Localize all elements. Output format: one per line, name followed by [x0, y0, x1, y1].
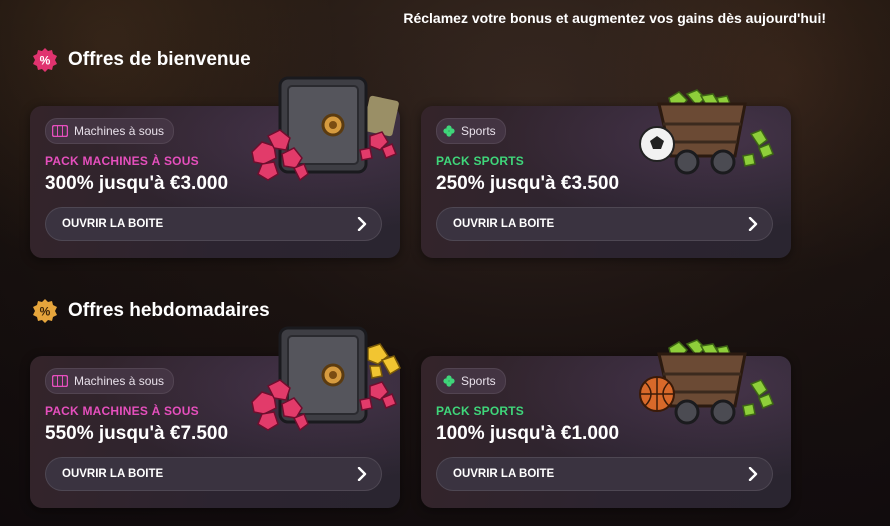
offer-card-sports-weekly[interactable]: Sports PACK SPORTS 100% jusqu'à €1.000 O…: [421, 339, 791, 508]
chevron-right-icon: [748, 217, 758, 231]
category-tag-label: Machines à sous: [74, 374, 165, 388]
pack-title: PACK MACHINES À SOUS: [45, 404, 199, 418]
bonus-amount: 300% jusqu'à €3.000: [45, 173, 229, 194]
category-tag-label: Sports: [461, 374, 496, 388]
bonus-amount: 250% jusqu'à €3.500: [436, 173, 620, 194]
open-box-button-label: OUVRIR LA BOITE: [62, 468, 164, 480]
pack-title: PACK SPORTS: [436, 154, 524, 168]
category-tag: Sports: [436, 118, 506, 144]
section-title-weekly: % Offres hebdomadaires: [32, 298, 270, 324]
section-title-welcome: % Offres de bienvenue: [32, 47, 251, 73]
bonus-amount: 100% jusqu'à €1.000: [436, 423, 620, 444]
category-tag: Machines à sous: [45, 118, 175, 144]
clover-icon: [443, 375, 455, 387]
offer-card-slots-weekly[interactable]: Machines à sous PACK MACHINES À SOUS 550…: [30, 326, 401, 508]
chevron-right-icon: [748, 467, 758, 481]
mine-cart-basketball-icon: [639, 339, 774, 425]
chevron-right-icon: [357, 467, 367, 481]
slot-machine-icon: [52, 125, 68, 137]
mine-cart-football-icon: [639, 89, 774, 175]
svg-text:%: %: [40, 54, 51, 68]
chevron-right-icon: [357, 217, 367, 231]
open-box-button-label: OUVRIR LA BOITE: [453, 468, 555, 480]
open-box-button[interactable]: OUVRIR LA BOITE: [436, 457, 773, 491]
open-box-button[interactable]: OUVRIR LA BOITE: [45, 457, 382, 491]
promo-banner-text: Réclamez votre bonus et augmentez vos ga…: [403, 10, 826, 26]
clover-icon: [443, 125, 455, 137]
category-tag-label: Machines à sous: [74, 124, 165, 138]
pack-title: PACK MACHINES À SOUS: [45, 154, 199, 168]
open-box-button-label: OUVRIR LA BOITE: [453, 218, 555, 230]
percent-badge-icon: %: [32, 298, 58, 324]
safe-with-gems-gold-icon: [251, 326, 401, 432]
bonus-amount: 550% jusqu'à €7.500: [45, 423, 229, 444]
svg-text:%: %: [40, 305, 51, 319]
offer-card-slots-welcome[interactable]: Machines à sous PACK MACHINES À SOUS 300…: [30, 76, 400, 258]
percent-badge-icon: %: [32, 47, 58, 73]
open-box-button-label: OUVRIR LA BOITE: [62, 218, 164, 230]
section-title-label: Offres hebdomadaires: [68, 300, 270, 321]
open-box-button[interactable]: OUVRIR LA BOITE: [45, 207, 382, 241]
category-tag-label: Sports: [461, 124, 496, 138]
section-title-label: Offres de bienvenue: [68, 49, 251, 70]
category-tag: Sports: [436, 368, 506, 394]
safe-with-gems-icon: [251, 76, 399, 182]
category-tag: Machines à sous: [45, 368, 175, 394]
pack-title: PACK SPORTS: [436, 404, 524, 418]
slot-machine-icon: [52, 375, 68, 387]
open-box-button[interactable]: OUVRIR LA BOITE: [436, 207, 773, 241]
offer-card-sports-welcome[interactable]: Sports PACK SPORTS 250% jusqu'à €3.500 O…: [421, 89, 791, 258]
